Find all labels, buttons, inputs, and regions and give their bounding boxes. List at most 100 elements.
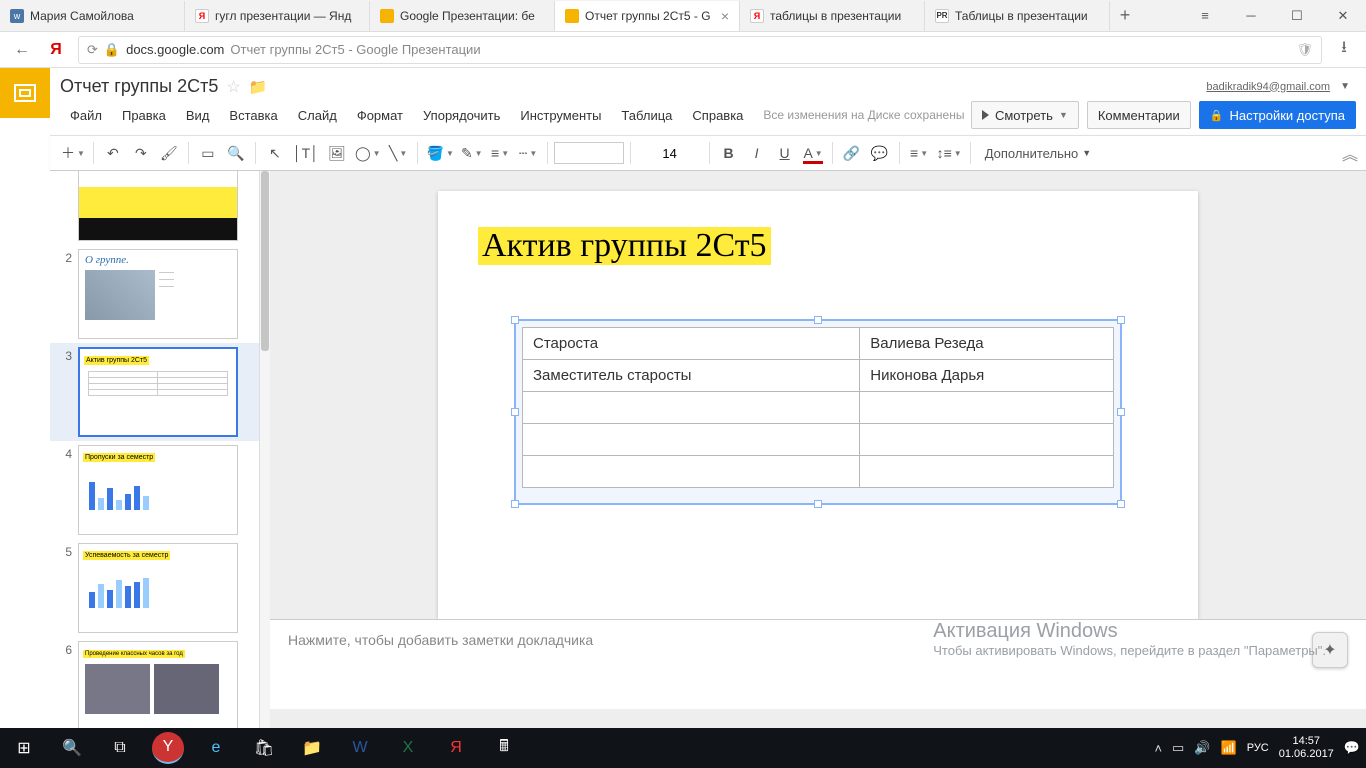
table-cell[interactable] xyxy=(860,456,1114,488)
speaker-notes[interactable]: Нажмите, чтобы добавить заметки докладчи… xyxy=(270,619,1366,709)
tray-wifi-icon[interactable]: 📶 xyxy=(1221,740,1237,756)
font-family-select[interactable] xyxy=(554,142,624,164)
menu-slide[interactable]: Слайд xyxy=(288,104,347,127)
maximize-button[interactable]: ☐ xyxy=(1274,0,1320,32)
language-indicator[interactable]: РУС xyxy=(1247,742,1269,754)
resize-handle[interactable] xyxy=(511,500,519,508)
tray-volume-icon[interactable]: 🔊 xyxy=(1194,740,1210,756)
thumbnail-3-selected[interactable]: 3 Актив группы 2Ст5 xyxy=(50,343,259,441)
collapse-toolbar-button[interactable]: ︽ xyxy=(1342,141,1358,165)
yandex-home-icon[interactable]: Я xyxy=(44,38,68,62)
more-tools-button[interactable]: Дополнительно▼ xyxy=(985,146,1092,161)
font-size-inc[interactable] xyxy=(687,140,703,166)
italic-button[interactable]: I xyxy=(744,140,770,166)
taskbar-app-excel[interactable]: X xyxy=(384,728,432,768)
explore-button[interactable]: ✦ xyxy=(1312,632,1348,668)
table-selection[interactable]: ▼ СтаростаВалиева Резеда Заместитель ста… xyxy=(514,319,1122,505)
browser-tab[interactable]: Ягугл презентации — Янд xyxy=(185,1,370,31)
text-color-button[interactable]: A▼ xyxy=(800,140,826,166)
undo-button[interactable]: ↶ xyxy=(100,140,126,166)
menu-icon[interactable]: ≡ xyxy=(1182,0,1228,32)
zoom-button[interactable]: 🔍 xyxy=(223,140,249,166)
line-spacing-button[interactable]: ↕≡▼ xyxy=(934,140,964,166)
resize-handle[interactable] xyxy=(511,316,519,324)
resize-handle[interactable] xyxy=(814,500,822,508)
slide-thumbnails[interactable]: 2 О группе. ————————— 3 Актив группы 2Ст… xyxy=(50,171,260,728)
resize-handle[interactable] xyxy=(1117,408,1125,416)
border-weight-button[interactable]: ≡▼ xyxy=(487,140,513,166)
link-button[interactable]: 🔗 xyxy=(839,140,865,166)
image-tool[interactable]: 🖼 xyxy=(324,140,350,166)
comments-button[interactable]: Комментарии xyxy=(1087,101,1191,129)
taskbar-app-store[interactable]: 🛍 xyxy=(240,728,288,768)
folder-icon[interactable]: 📁 xyxy=(249,78,268,96)
resize-handle[interactable] xyxy=(511,408,519,416)
notifications-icon[interactable]: 💬 xyxy=(1344,740,1360,756)
font-size-dec[interactable] xyxy=(637,140,653,166)
menu-help[interactable]: Справка xyxy=(682,104,753,127)
close-button[interactable]: ✕ xyxy=(1320,0,1366,32)
border-color-button[interactable]: ✎▼ xyxy=(458,140,485,166)
downloads-button[interactable]: ⭳ xyxy=(1332,38,1356,62)
menu-tools[interactable]: Инструменты xyxy=(510,104,611,127)
browser-tab[interactable]: PRТаблицы в презентации xyxy=(925,1,1110,31)
resize-handle[interactable] xyxy=(1117,316,1125,324)
new-tab-button[interactable]: + xyxy=(1110,5,1140,26)
font-size-value[interactable]: 14 xyxy=(655,146,685,161)
underline-button[interactable]: U xyxy=(772,140,798,166)
address-field[interactable]: ⟳ 🔒 docs.google.com Отчет группы 2Ст5 - … xyxy=(78,36,1322,64)
canvas-area[interactable]: Актив группы 2Ст5 ▼ СтаростаВалиева Резе… xyxy=(270,171,1366,728)
thumbnail-2[interactable]: 2 О группе. ————————— xyxy=(50,245,259,343)
share-button[interactable]: 🔒Настройки доступа xyxy=(1199,101,1356,129)
browser-tab[interactable]: wМария Самойлова xyxy=(0,1,185,31)
table-cell[interactable] xyxy=(860,392,1114,424)
taskbar-app-explorer[interactable]: 📁 xyxy=(288,728,336,768)
paint-format-button[interactable]: 🖌 xyxy=(156,140,182,166)
border-dash-button[interactable]: ┄▼ xyxy=(515,140,541,166)
table-cell[interactable]: Заместитель старосты xyxy=(523,360,860,392)
table-cell[interactable] xyxy=(523,392,860,424)
back-button[interactable]: ← xyxy=(10,38,34,62)
present-button[interactable]: Смотреть▼ xyxy=(971,101,1079,129)
slide-canvas[interactable]: Актив группы 2Ст5 ▼ СтаростаВалиева Резе… xyxy=(438,191,1198,619)
reload-icon[interactable]: ⟳ xyxy=(87,42,98,58)
taskbar-app-yandex2[interactable]: Я xyxy=(432,728,480,768)
fill-color-button[interactable]: 🪣▼ xyxy=(424,140,456,166)
redo-button[interactable]: ↷ xyxy=(128,140,154,166)
notes-resize-handle[interactable] xyxy=(803,616,833,624)
shape-tool[interactable]: ◯▼ xyxy=(352,140,383,166)
resize-handle[interactable] xyxy=(1117,500,1125,508)
browser-tab[interactable]: Ятаблицы в презентации xyxy=(740,1,925,31)
tray-network-icon[interactable]: ▭ xyxy=(1172,740,1184,756)
task-view-button[interactable]: ⧉ xyxy=(96,728,144,768)
line-tool[interactable]: ╲▼ xyxy=(385,140,411,166)
document-title[interactable]: Отчет группы 2Ст5 xyxy=(60,76,218,97)
slide-title[interactable]: Актив группы 2Ст5 xyxy=(478,227,771,265)
thumb-scrollbar[interactable] xyxy=(260,171,270,728)
tray-up-icon[interactable]: ˄ xyxy=(1154,741,1162,756)
taskbar-app-edge[interactable]: e xyxy=(192,728,240,768)
star-icon[interactable]: ☆ xyxy=(226,77,240,97)
menu-edit[interactable]: Правка xyxy=(112,104,176,127)
slides-logo[interactable] xyxy=(0,68,50,118)
start-button[interactable]: ⊞ xyxy=(0,728,48,768)
taskbar-clock[interactable]: 14:57 01.06.2017 xyxy=(1279,735,1334,761)
align-button[interactable]: ≡▼ xyxy=(906,140,932,166)
menu-format[interactable]: Формат xyxy=(347,104,413,127)
select-tool[interactable]: ↖ xyxy=(262,140,288,166)
browser-tab[interactable]: Google Презентации: бе xyxy=(370,1,555,31)
table-cell[interactable]: Валиева Резеда xyxy=(860,328,1114,360)
zoom-fit-button[interactable]: ▭ xyxy=(195,140,221,166)
thumbnail-4[interactable]: 4 Пропуски за семестр xyxy=(50,441,259,539)
slide-table[interactable]: СтаростаВалиева Резеда Заместитель старо… xyxy=(522,327,1114,488)
user-email[interactable]: badikradik94@gmail.com xyxy=(1206,81,1330,93)
table-cell[interactable]: Никонова Дарья xyxy=(860,360,1114,392)
menu-arrange[interactable]: Упорядочить xyxy=(413,104,510,127)
thumbnail-6[interactable]: 6 Проведение классных часов за год xyxy=(50,637,259,728)
taskbar-app-word[interactable]: W xyxy=(336,728,384,768)
resize-handle[interactable] xyxy=(814,316,822,324)
minimize-button[interactable]: ─ xyxy=(1228,0,1274,32)
table-cell[interactable] xyxy=(523,456,860,488)
protect-icon[interactable]: 🛡 xyxy=(1296,42,1313,58)
browser-tab-active[interactable]: Отчет группы 2Ст5 - G× xyxy=(555,1,740,31)
